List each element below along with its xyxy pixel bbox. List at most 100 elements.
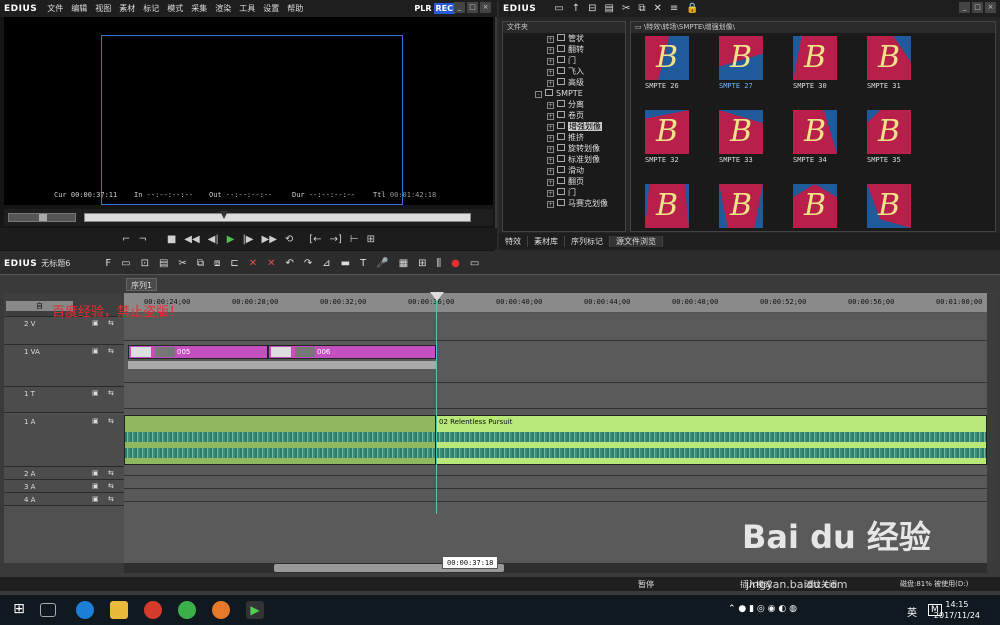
task-view-icon[interactable] [40, 603, 56, 617]
ime-indicator[interactable]: 英 [907, 604, 917, 619]
track-sync-icon[interactable]: ⇆ [108, 469, 114, 477]
taskbar-clock[interactable]: 14:15 2017/11/24 [934, 599, 980, 621]
track-toggle-icon[interactable]: ▣ [92, 417, 99, 425]
track-row[interactable] [124, 476, 987, 489]
play-icon[interactable]: ▶ [227, 234, 235, 245]
tree-node[interactable]: + 滑动 [503, 165, 625, 176]
set-out-icon[interactable]: ¬ [138, 234, 146, 245]
expand-icon[interactable]: - [535, 91, 542, 98]
track-sync-icon[interactable]: ⇆ [108, 482, 114, 490]
menu-item[interactable]: 视图 [95, 4, 111, 13]
tree-node[interactable]: + 旋转划像 [503, 143, 625, 154]
vertical-scrollbar[interactable] [987, 292, 997, 562]
track-sync-icon[interactable]: ⇆ [108, 389, 114, 397]
tray-icons[interactable]: ⌃ ● ▮ ◎ ◉ ◐ ◍ [728, 604, 797, 614]
voiceover-icon[interactable]: 🎤 [376, 258, 388, 269]
bin-minimize-icon[interactable]: _ [959, 2, 970, 13]
shuttle-slider[interactable] [8, 213, 76, 222]
tree-node[interactable]: + 马赛克划像 [503, 198, 625, 209]
copy-icon[interactable]: ⧉ [638, 3, 645, 14]
menu-item[interactable]: 编辑 [71, 4, 87, 13]
tree-icon[interactable]: ⊟ [588, 3, 596, 14]
app-icon-red[interactable] [144, 601, 162, 619]
tree-node[interactable]: + 分离 [503, 99, 625, 110]
track-toggle-icon[interactable]: ▣ [92, 495, 99, 503]
up-folder-icon[interactable]: ↑ [572, 3, 580, 14]
ie-icon[interactable] [76, 601, 94, 619]
set-in-icon[interactable]: ⌐ [122, 234, 130, 245]
expand-icon[interactable]: + [547, 124, 554, 131]
rewind-icon[interactable]: ◀◀ [184, 234, 199, 245]
export-icon[interactable]: ▭ [470, 258, 479, 269]
tree-node[interactable]: + 高级 [503, 77, 625, 88]
track-row[interactable] [124, 313, 987, 341]
track-row[interactable] [124, 489, 987, 502]
save-icon[interactable]: ▤ [159, 258, 168, 269]
mixer-icon[interactable]: ⫼ [437, 258, 442, 269]
tree-node[interactable]: + 翻页 [503, 176, 625, 187]
expand-icon[interactable]: + [547, 58, 554, 65]
delete-icon[interactable]: ✕ [653, 3, 661, 14]
menu-item[interactable]: 模式 [167, 4, 183, 13]
cut-clip-icon[interactable]: ✂ [178, 258, 186, 269]
plr-rec-toggle[interactable]: PLR REC [412, 3, 455, 14]
audio-clip[interactable]: 02 Relentless Pursuit [436, 415, 987, 465]
transition-thumb[interactable]: B [867, 110, 911, 154]
playhead-marker[interactable] [430, 292, 444, 301]
shuttle-handle[interactable] [39, 214, 47, 221]
track-sync-icon[interactable]: ⇆ [108, 417, 114, 425]
explorer-icon[interactable] [110, 601, 128, 619]
horizontal-scrollbar[interactable] [124, 563, 987, 573]
close-icon[interactable]: × [480, 2, 491, 13]
redo-icon[interactable]: ↷ [304, 258, 312, 269]
minimize-icon[interactable]: _ [454, 2, 465, 13]
tree-node[interactable]: + 卷页 [503, 110, 625, 121]
expand-icon[interactable]: + [547, 47, 554, 54]
trim-icon[interactable]: ⊢ [350, 234, 359, 245]
transition-thumb[interactable]: B [645, 110, 689, 154]
track-header[interactable]: 1 VA ▣ ⇆ [4, 345, 124, 387]
expand-icon[interactable]: + [547, 135, 554, 142]
track-sync-icon[interactable]: ⇆ [108, 495, 114, 503]
add-edit-icon[interactable]: ⊿ [322, 258, 330, 269]
tree-node[interactable]: + 门 [503, 55, 625, 66]
tree-node[interactable]: + 增强划像 [503, 121, 625, 132]
expand-icon[interactable]: + [547, 146, 554, 153]
bin-tab[interactable]: 源文件浏览 [610, 235, 663, 247]
transition-thumb[interactable]: B [645, 184, 689, 228]
timeline-ruler[interactable]: 00:00:24;00 00:00:28;00 00:00:32;00 00:00:3… [124, 293, 987, 313]
expand-icon[interactable]: + [547, 36, 554, 43]
expand-icon[interactable]: + [547, 201, 554, 208]
expand-icon[interactable]: + [547, 179, 554, 186]
track-toggle-icon[interactable]: ▣ [92, 347, 99, 355]
new-project-icon[interactable]: ▭ [121, 258, 130, 269]
transition-thumb[interactable]: B [719, 184, 763, 228]
step-forward-icon[interactable]: |▶ [242, 234, 253, 245]
menu-item[interactable]: 帮助 [287, 4, 303, 13]
properties-icon[interactable]: ≡ [670, 3, 678, 14]
preview-screen[interactable]: Cur 00:00:37:11 In --:--:--:-- Out --:--… [4, 17, 493, 205]
lock-icon[interactable]: 🔒 [686, 3, 698, 14]
transition-thumb[interactable]: B [867, 36, 911, 80]
transition-thumb[interactable]: B [719, 36, 763, 80]
bin-tab[interactable]: 素材库 [528, 235, 565, 247]
transition-thumb[interactable]: B [867, 184, 911, 228]
track-header[interactable]: 1 T ▣ ⇆ [4, 387, 124, 413]
menu-item[interactable]: 采集 [191, 4, 207, 13]
video-clip[interactable]: 006 [268, 345, 436, 359]
paste-icon[interactable]: ⧈ [214, 258, 220, 269]
tree-node[interactable]: + 飞入 [503, 66, 625, 77]
position-handle[interactable] [220, 211, 229, 219]
open-project-icon[interactable]: ⊡ [141, 258, 149, 269]
track-sync-icon[interactable]: ⇆ [108, 319, 114, 327]
menu-item[interactable]: 渲染 [215, 4, 231, 13]
firefox-icon[interactable] [212, 601, 230, 619]
menu-item[interactable]: 设置 [263, 4, 279, 13]
fast-forward-icon[interactable]: ▶▶ [262, 234, 277, 245]
expand-icon[interactable]: + [547, 69, 554, 76]
tree-node[interactable]: + 管状 [503, 33, 625, 44]
windows-start-icon[interactable]: ⊞ [10, 601, 28, 619]
track-header[interactable]: 3 A ▣ ⇆ [4, 480, 124, 493]
new-sequence-icon[interactable]: F [105, 258, 111, 269]
cut-icon[interactable]: ✂ [622, 3, 630, 14]
